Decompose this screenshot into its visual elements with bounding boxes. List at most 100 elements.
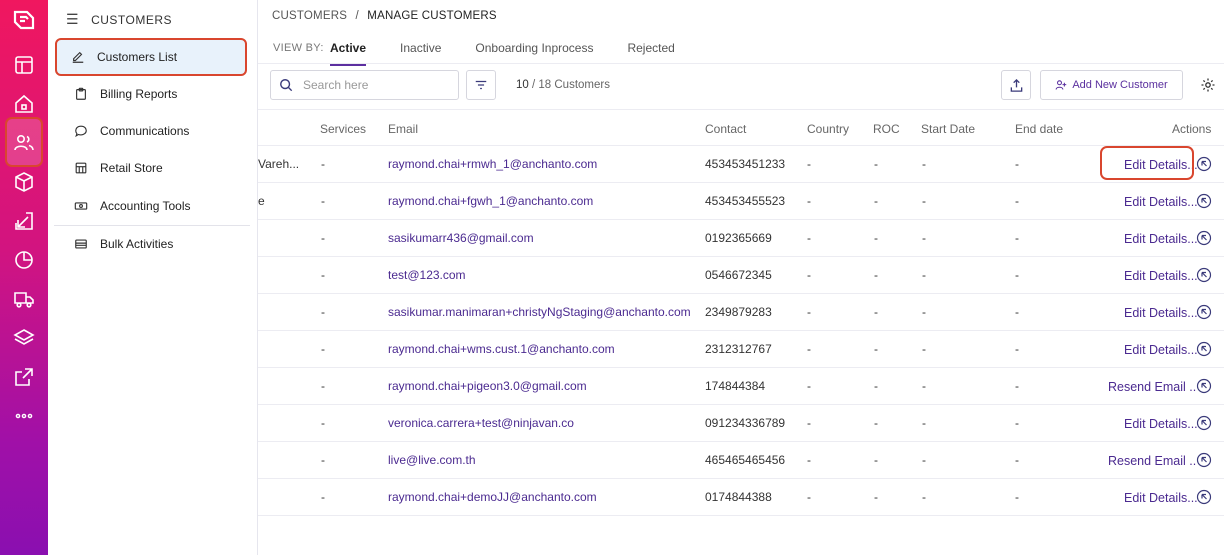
external-link-icon[interactable] <box>12 365 36 389</box>
cell-services: - <box>321 157 325 171</box>
header-services[interactable]: Services <box>320 122 366 136</box>
sidebar-item-label: Retail Store <box>100 161 163 175</box>
cell-start-date: - <box>922 268 926 282</box>
cell-roc: - <box>874 416 878 430</box>
sidebar-item-billing-reports[interactable]: Billing Reports <box>54 76 244 112</box>
store-icon <box>75 162 87 174</box>
header-country[interactable]: Country <box>807 122 849 136</box>
table-row[interactable]: - veronica.carrera+test@ninjavan.co 0912… <box>258 405 1224 442</box>
customer-count: 10 / 18 Customers <box>516 79 610 91</box>
sidebar-item-bulk-activities[interactable]: Bulk Activities <box>54 226 244 262</box>
table-row[interactable]: - raymond.chai+demoJJ@anchanto.com 01748… <box>258 479 1224 516</box>
tab-rejected[interactable]: Rejected <box>627 33 674 66</box>
cell-email[interactable]: raymond.chai+fgwh_1@anchanto.com <box>388 194 593 208</box>
header-roc[interactable]: ROC <box>873 122 900 136</box>
row-action-circle-icon[interactable] <box>1196 304 1212 320</box>
search-input[interactable] <box>303 78 443 92</box>
row-action-circle-icon[interactable] <box>1196 230 1212 246</box>
table-row[interactable]: e - raymond.chai+fgwh_1@anchanto.com 453… <box>258 183 1224 220</box>
add-new-customer-button[interactable]: Add New Customer <box>1040 70 1183 100</box>
reports-pie-icon[interactable] <box>12 248 36 272</box>
gear-icon[interactable] <box>1200 77 1216 93</box>
table-row[interactable]: - test@123.com 0546672345 - - - - Edit D… <box>258 257 1224 294</box>
row-action-circle-icon[interactable] <box>1196 193 1212 209</box>
dashboard-icon[interactable] <box>12 53 36 77</box>
cell-services: - <box>321 416 325 430</box>
edit-details-link[interactable]: Edit Details... <box>1124 269 1198 283</box>
cell-start-date: - <box>922 490 926 504</box>
cell-email[interactable]: raymond.chai+demoJJ@anchanto.com <box>388 490 597 504</box>
search-icon <box>280 79 293 92</box>
inbound-icon[interactable] <box>12 209 36 233</box>
edit-details-link[interactable]: Edit Details... <box>1124 343 1198 357</box>
edit-details-link[interactable]: Edit Details... <box>1124 491 1198 505</box>
edit-details-link[interactable]: Edit Details... <box>1124 417 1198 431</box>
tab-active[interactable]: Active <box>330 33 367 66</box>
cell-contact: 453453455523 <box>705 194 786 208</box>
layers-icon[interactable] <box>12 326 36 350</box>
row-action-circle-icon[interactable] <box>1196 267 1212 283</box>
row-action-circle-icon[interactable] <box>1196 341 1212 357</box>
cell-contact: 174844384 <box>705 379 766 393</box>
cell-email[interactable]: raymond.chai+rmwh_1@anchanto.com <box>388 157 597 171</box>
sidebar-item-accounting-tools[interactable]: Accounting Tools <box>54 188 244 224</box>
more-dots-icon[interactable] <box>12 404 36 428</box>
table-row[interactable]: - sasikumarr436@gmail.com 0192365669 - -… <box>258 220 1224 257</box>
cell-roc: - <box>874 157 878 171</box>
customers-icon[interactable] <box>12 131 36 155</box>
cell-services: - <box>321 268 325 282</box>
truck-icon[interactable] <box>12 287 36 311</box>
cell-services: - <box>321 490 325 504</box>
header-contact[interactable]: Contact <box>705 122 746 136</box>
cell-end-date: - <box>1015 231 1019 245</box>
row-action-circle-icon[interactable] <box>1196 378 1212 394</box>
breadcrumb-separator: / <box>355 10 359 22</box>
cell-start-date: - <box>922 194 926 208</box>
breadcrumb-root[interactable]: CUSTOMERS <box>272 10 347 22</box>
edit-details-link[interactable]: Edit Details... <box>1124 232 1198 246</box>
header-email[interactable]: Email <box>388 122 418 136</box>
cell-contact: 091234336789 <box>705 416 786 430</box>
cell-email[interactable]: sasikumar.manimaran+christyNgStaging@anc… <box>388 305 691 319</box>
cell-country: - <box>807 268 811 282</box>
cell-email[interactable]: raymond.chai+wms.cust.1@anchanto.com <box>388 342 615 356</box>
sidebar-item-label: Bulk Activities <box>100 237 174 251</box>
edit-details-link[interactable]: Edit Details... <box>1124 306 1198 320</box>
row-action-circle-icon[interactable] <box>1196 452 1212 468</box>
row-action-circle-icon[interactable] <box>1196 415 1212 431</box>
tab-inactive[interactable]: Inactive <box>400 33 441 66</box>
resend-email-link[interactable]: Resend Email .. <box>1108 454 1196 468</box>
hamburger-icon[interactable]: ☰ <box>66 11 79 28</box>
header-end-date[interactable]: End date <box>1015 122 1063 136</box>
home-icon[interactable] <box>12 92 36 116</box>
app-rail <box>0 0 48 555</box>
cell-end-date: - <box>1015 194 1019 208</box>
sidebar-item-customers-list[interactable]: Customers List <box>55 38 247 76</box>
sidebar-item-communications[interactable]: Communications <box>54 113 244 149</box>
cell-email[interactable]: veronica.carrera+test@ninjavan.co <box>388 416 574 430</box>
cell-contact: 465465465456 <box>705 453 786 467</box>
search-box[interactable] <box>270 70 459 100</box>
filter-button[interactable] <box>466 70 496 100</box>
table-row[interactable]: - live@live.com.th 465465465456 - - - - … <box>258 442 1224 479</box>
upload-button[interactable] <box>1001 70 1031 100</box>
cell-email[interactable]: sasikumarr436@gmail.com <box>388 231 534 245</box>
tab-onboarding-inprocess[interactable]: Onboarding Inprocess <box>475 33 593 66</box>
row-action-circle-icon[interactable] <box>1196 156 1212 172</box>
table-row[interactable]: - sasikumar.manimaran+christyNgStaging@a… <box>258 294 1224 331</box>
edit-details-link[interactable]: Edit Details... <box>1124 195 1198 209</box>
table-row[interactable]: - raymond.chai+wms.cust.1@anchanto.com 2… <box>258 331 1224 368</box>
sidebar-item-retail-store[interactable]: Retail Store <box>54 150 244 186</box>
cell-email[interactable]: raymond.chai+pigeon3.0@gmail.com <box>388 379 587 393</box>
package-icon[interactable] <box>12 170 36 194</box>
cell-email[interactable]: live@live.com.th <box>388 453 476 467</box>
row-action-circle-icon[interactable] <box>1196 489 1212 505</box>
app-logo-icon[interactable] <box>12 8 36 32</box>
resend-email-link[interactable]: Resend Email .. <box>1108 380 1196 394</box>
cell-email[interactable]: test@123.com <box>388 268 466 282</box>
cell-roc: - <box>874 342 878 356</box>
table-row[interactable]: - raymond.chai+pigeon3.0@gmail.com 17484… <box>258 368 1224 405</box>
header-start-date[interactable]: Start Date <box>921 122 975 136</box>
table-row[interactable]: Vareh... - raymond.chai+rmwh_1@anchanto.… <box>258 146 1224 183</box>
cell-roc: - <box>874 453 878 467</box>
